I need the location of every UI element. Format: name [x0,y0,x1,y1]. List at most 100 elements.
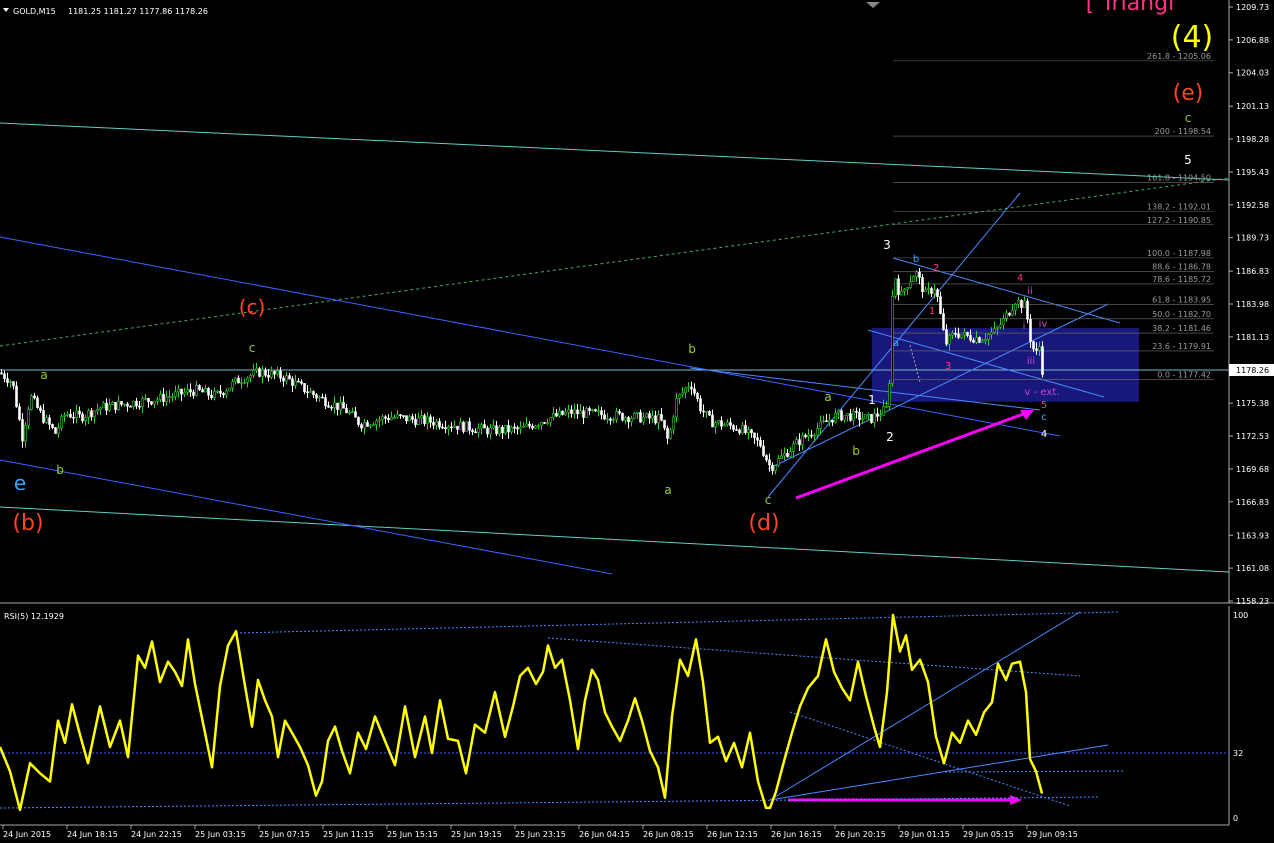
candle-body [912,276,915,282]
candle-body [375,420,378,426]
candle-body [537,425,540,427]
price-tick-label: 1198.28 [1236,135,1269,144]
time-tick-label: 29 Jun 05:15 [963,830,1014,839]
candle-body [648,413,651,419]
wave-label: 4 [1017,273,1023,284]
price-tick-label: 1181.13 [1236,333,1269,342]
candle-body [549,417,552,424]
candle-body [75,410,78,418]
candle-body [21,419,24,442]
candle-body [735,429,738,431]
candle-body [792,443,795,452]
candle-body [258,368,261,377]
candle-body [711,414,714,428]
fib-level-label: 61.8 - 1183.95 [1152,295,1211,304]
candle-body [906,287,909,290]
target-zone-box [872,327,1139,402]
candle-body [627,417,630,423]
fib-level-label: 127.2 - 1190.85 [1147,216,1211,225]
candle-body [27,409,30,426]
candle-body [336,402,339,410]
candle-body [201,389,204,393]
time-tick-label: 26 Jun 08:15 [643,830,694,839]
candle-body [417,417,420,426]
candle-body [756,437,759,441]
candle-body [702,410,705,413]
candle-body [693,388,696,394]
fib-level-label: 0.0 - 1177.42 [1157,371,1211,380]
candle-body [351,411,354,413]
candle-body [471,429,474,433]
current-price-label: 1178.26 [1236,366,1269,375]
candle-body [285,375,288,382]
candle-body [720,420,723,427]
time-tick-label: 25 Jun 11:15 [323,830,374,839]
candle-body [699,398,702,412]
candle-body [1041,346,1044,375]
candle-body [558,410,561,417]
candle-body [39,407,42,411]
candle-body [510,426,513,433]
candle-body [210,394,213,398]
candle-body [243,381,246,384]
candle-body [507,425,510,433]
candle-body [420,415,423,419]
candle-body [636,412,639,414]
candle-body [729,422,732,426]
candle-body [531,425,534,429]
candle-body [78,410,81,415]
candle-body [171,396,174,398]
candle-body [621,412,624,421]
price-tick-label: 1206.88 [1236,36,1269,45]
candle-body [108,404,111,411]
candle-body [330,406,333,409]
candle-body [777,458,780,466]
candle-body [363,422,366,429]
candle-body [1014,304,1017,311]
candle-body [579,410,582,415]
candle-body [126,403,129,407]
candle-body [405,415,408,422]
candle-body [498,426,501,435]
candle-body [324,397,327,407]
candle-body [567,409,570,413]
candle-body [450,426,453,429]
candle-body [741,424,744,434]
price-tick-label: 1163.93 [1236,531,1269,540]
wave-label: i [1023,321,1026,332]
wave-label: ii [1027,286,1033,297]
fib-level-label: 138.2 - 1192.01 [1147,202,1211,211]
candle-body [384,416,387,419]
candle-body [129,405,132,408]
candle-body [858,412,861,421]
candle-body [561,410,564,415]
candle-body [3,373,6,380]
candle-body [675,398,678,418]
candle-body [861,418,864,421]
candle-body [93,410,96,418]
candle-body [948,334,951,345]
candle-body [1029,318,1032,342]
candle-body [81,413,84,422]
candle-body [840,410,843,421]
candle-body [132,400,135,408]
candle-body [750,429,753,434]
candle-body [708,411,711,416]
candle-body [570,409,573,415]
candle-body [894,278,897,297]
candle-body [726,422,729,426]
candle-body [6,378,9,384]
time-tick-label: 25 Jun 15:15 [387,830,438,839]
chart-window[interactable]: 261.8 - 1205.06200 - 1198.54161.8 - 1194… [0,0,1274,843]
candle-body [186,389,189,393]
candle-body [768,459,771,466]
candle-body [519,426,522,430]
candle-body [501,426,504,434]
candle-body [864,414,867,419]
candle-body [24,424,27,442]
candle-body [273,371,276,375]
candle-body [723,424,726,427]
candle-body [981,340,984,343]
candle-body [942,313,945,331]
candle-body [921,277,924,293]
